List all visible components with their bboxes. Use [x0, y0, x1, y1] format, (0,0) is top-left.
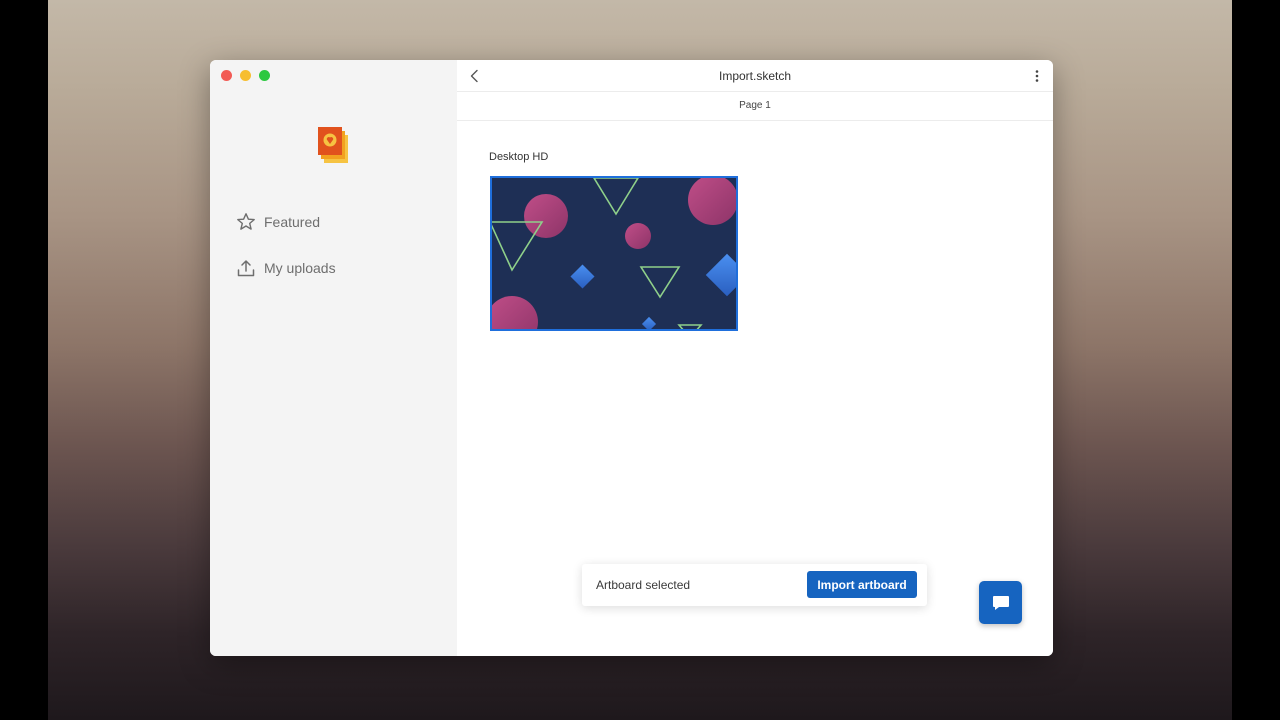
selection-toast: Artboard selected Import artboard — [582, 564, 927, 606]
window-controls — [221, 70, 270, 81]
chat-icon — [992, 595, 1009, 610]
sidebar: Featured My uploads — [210, 60, 457, 656]
more-vertical-icon[interactable] — [1031, 68, 1043, 84]
import-artboard-button[interactable]: Import artboard — [807, 571, 917, 598]
artboard-preview-image — [492, 178, 736, 329]
main-panel: Import.sketch Page 1 Desktop HD Artboard… — [457, 60, 1053, 656]
minimize-dot[interactable] — [240, 70, 251, 81]
sidebar-item-label: Featured — [264, 214, 321, 230]
title-bar: Import.sketch — [457, 60, 1053, 92]
artboard-thumbnail[interactable] — [490, 176, 738, 331]
star-icon — [237, 213, 255, 230]
maximize-dot[interactable] — [259, 70, 270, 81]
selection-status-text: Artboard selected — [596, 578, 691, 592]
app-window: Featured My uploads Import.sketch Page 1… — [210, 60, 1053, 656]
page-selector[interactable]: Page 1 — [457, 92, 1053, 121]
artboard-title: Desktop HD — [489, 151, 549, 163]
sidebar-item-label: My uploads — [264, 260, 336, 276]
sidebar-item-my-uploads[interactable]: My uploads — [236, 258, 336, 278]
app-logo-icon — [314, 126, 354, 166]
upload-icon — [237, 260, 255, 277]
chat-button[interactable] — [979, 581, 1022, 624]
close-dot[interactable] — [221, 70, 232, 81]
sidebar-item-featured[interactable]: Featured — [236, 212, 320, 232]
document-title: Import.sketch — [718, 69, 792, 83]
